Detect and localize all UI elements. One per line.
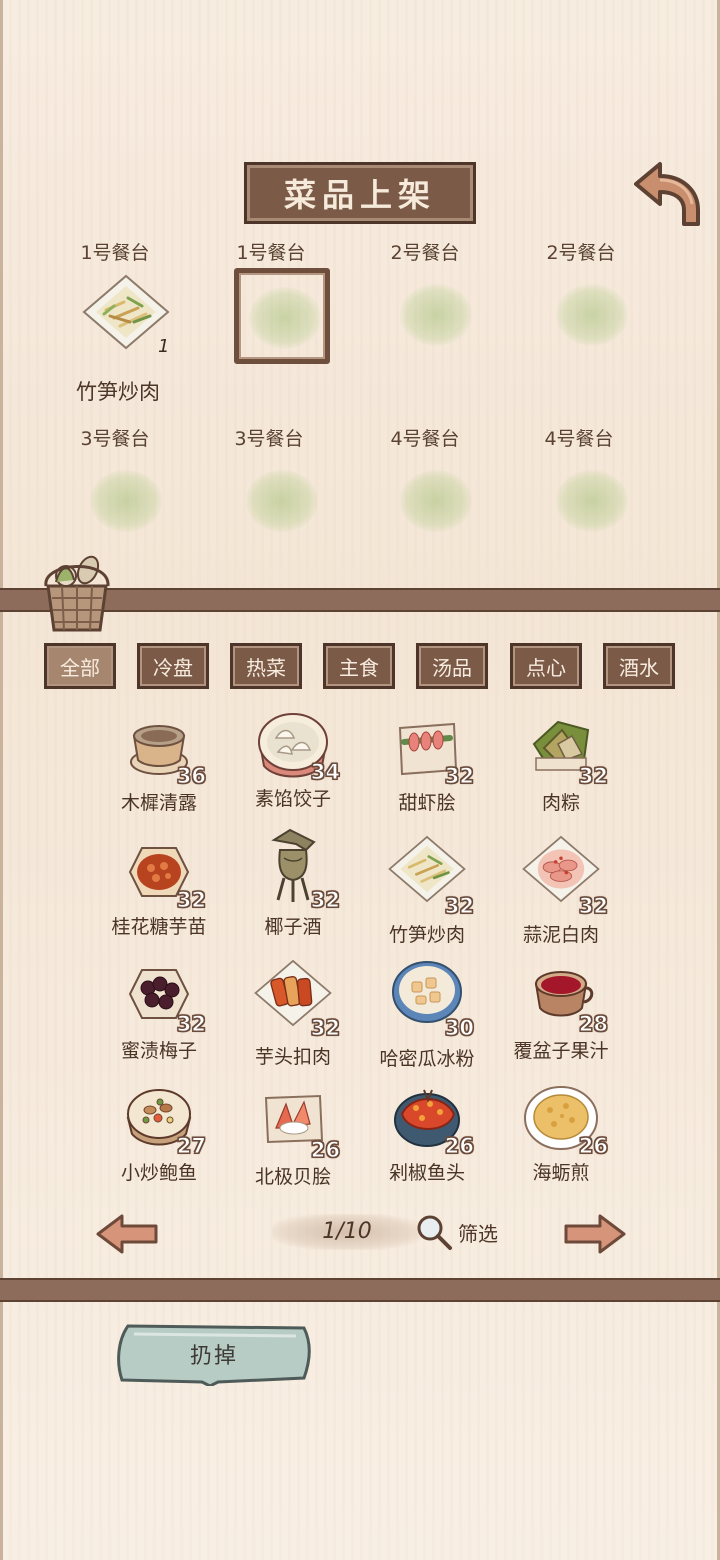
filter-button[interactable]: 筛选 bbox=[414, 1212, 498, 1252]
counter-dish-name: 竹笋炒肉 bbox=[76, 380, 160, 404]
dish-quantity: 32 bbox=[310, 888, 340, 913]
tab-staples[interactable]: 主食 bbox=[323, 643, 395, 689]
counter-label: 3号餐台 bbox=[234, 428, 304, 450]
dish-name: 芋头扣肉 bbox=[254, 1046, 331, 1068]
section-divider bbox=[0, 1278, 720, 1302]
dish-name: 海蛎煎 bbox=[532, 1162, 590, 1184]
dish-name: 哈密瓜冰粉 bbox=[379, 1048, 475, 1070]
dish-item[interactable]: 32 芋头扣肉 bbox=[228, 956, 358, 1068]
empty-slot-marker bbox=[556, 284, 628, 346]
filter-label: 筛选 bbox=[458, 1221, 498, 1246]
dish-name: 竹笋炒肉 bbox=[388, 924, 465, 946]
discard-button[interactable]: 扔掉 bbox=[114, 1322, 314, 1386]
dish-item[interactable]: 26 剁椒鱼头 bbox=[362, 1084, 492, 1194]
dish-item[interactable]: 26 北极贝脍 bbox=[228, 1088, 358, 1198]
counter-label: 3号餐台 bbox=[80, 428, 150, 450]
dish-name: 肉粽 bbox=[541, 792, 580, 814]
dish-quantity: 32 bbox=[176, 888, 206, 913]
dish-item[interactable]: 36 木樨清露 bbox=[94, 714, 224, 824]
dish-quantity: 32 bbox=[444, 764, 474, 789]
curved-back-arrow-icon[interactable] bbox=[630, 160, 704, 228]
dish-name: 北极贝脍 bbox=[254, 1166, 331, 1188]
counter-slot-empty[interactable] bbox=[546, 268, 638, 360]
dish-quantity: 30 bbox=[444, 1016, 474, 1041]
counter-dish-count: 1 bbox=[158, 336, 170, 357]
dish-item[interactable]: 32 蒜泥白肉 bbox=[496, 832, 626, 946]
empty-slot-marker bbox=[246, 470, 318, 532]
discard-label: 扔掉 bbox=[189, 1344, 238, 1369]
next-page-arrow-icon[interactable] bbox=[562, 1212, 626, 1256]
dish-quantity: 32 bbox=[176, 1012, 206, 1037]
tab-drinks[interactable]: 酒水 bbox=[603, 643, 675, 689]
counter-slot-empty[interactable] bbox=[80, 456, 172, 548]
dish-item[interactable]: 30 哈密瓜冰粉 bbox=[362, 958, 492, 1070]
empty-slot-marker bbox=[90, 470, 162, 532]
counter-label: 4号餐台 bbox=[390, 428, 460, 450]
dish-item[interactable]: 32 肉粽 bbox=[496, 714, 626, 824]
dish-quantity: 27 bbox=[176, 1134, 206, 1159]
dish-name: 蜜渍梅子 bbox=[120, 1040, 197, 1062]
dish-name: 椰子酒 bbox=[264, 916, 322, 938]
counter-label: 1号餐台 bbox=[236, 242, 306, 264]
counter-label: 1号餐台 bbox=[80, 242, 150, 264]
dish-name: 小炒鲍鱼 bbox=[120, 1162, 197, 1184]
dish-item[interactable]: 32 甜虾脍 bbox=[362, 714, 492, 824]
dish-item[interactable]: 27 小炒鲍鱼 bbox=[94, 1084, 224, 1194]
counter-slot-empty[interactable] bbox=[390, 268, 482, 360]
dish-item[interactable]: 34 素馅饺子 bbox=[228, 710, 358, 820]
empty-slot-marker bbox=[556, 470, 628, 532]
counter-label: 2号餐台 bbox=[546, 242, 616, 264]
dish-name: 素馅饺子 bbox=[254, 788, 331, 810]
tab-all[interactable]: 全部 bbox=[44, 643, 116, 689]
dish-item[interactable]: 28 覆盆子果汁 bbox=[496, 962, 626, 1072]
dish-quantity: 34 bbox=[310, 760, 340, 785]
dish-quantity: 32 bbox=[578, 764, 608, 789]
dish-name: 桂花糖芋苗 bbox=[111, 916, 207, 938]
empty-slot-marker bbox=[400, 284, 472, 346]
dish-quantity: 26 bbox=[310, 1138, 340, 1163]
counter-slot-empty[interactable] bbox=[390, 456, 482, 548]
magnifier-icon bbox=[417, 1215, 452, 1250]
empty-slot-marker bbox=[249, 287, 321, 349]
dish-name: 蒜泥白肉 bbox=[522, 924, 599, 946]
dish-item[interactable]: 26 海蛎煎 bbox=[496, 1084, 626, 1194]
dish-quantity: 28 bbox=[578, 1012, 608, 1037]
dish-item[interactable]: 32 蜜渍梅子 bbox=[94, 962, 224, 1072]
dish-quantity: 26 bbox=[444, 1134, 474, 1159]
counter-label: 4号餐台 bbox=[544, 428, 614, 450]
tab-hot-dishes[interactable]: 热菜 bbox=[230, 643, 302, 689]
tab-desserts[interactable]: 点心 bbox=[510, 643, 582, 689]
dish-quantity: 26 bbox=[578, 1134, 608, 1159]
dish-quantity: 32 bbox=[578, 894, 608, 919]
empty-slot-marker bbox=[400, 470, 472, 532]
basket-icon bbox=[44, 555, 110, 632]
dish-quantity: 32 bbox=[310, 1016, 340, 1041]
dish-name: 剁椒鱼头 bbox=[388, 1162, 465, 1184]
left-border bbox=[0, 0, 3, 1560]
dish-item[interactable]: 32 椰子酒 bbox=[228, 826, 358, 938]
tab-soups[interactable]: 汤品 bbox=[416, 643, 488, 689]
dish-name: 覆盆子果汁 bbox=[513, 1040, 609, 1062]
counter-slot-empty[interactable] bbox=[546, 456, 638, 548]
dish-quantity: 36 bbox=[176, 764, 206, 789]
counter-label: 2号餐台 bbox=[390, 242, 460, 264]
counter-slot-empty[interactable] bbox=[236, 456, 328, 548]
dish-item[interactable]: 32 桂花糖芋苗 bbox=[94, 838, 224, 948]
dish-name: 木樨清露 bbox=[120, 792, 197, 814]
page-title-text: 菜品上架 bbox=[283, 176, 436, 214]
dish-item[interactable]: 32 竹笋炒肉 bbox=[362, 832, 492, 946]
prev-page-arrow-icon[interactable] bbox=[96, 1212, 160, 1256]
counter-slot-selected[interactable] bbox=[234, 268, 330, 364]
page-indicator: 1/10 bbox=[272, 1214, 422, 1250]
tab-cold-dishes[interactable]: 冷盘 bbox=[137, 643, 209, 689]
dish-name: 甜虾脍 bbox=[398, 792, 456, 814]
page-title: 菜品上架 bbox=[244, 162, 476, 224]
dish-quantity: 32 bbox=[444, 894, 474, 919]
